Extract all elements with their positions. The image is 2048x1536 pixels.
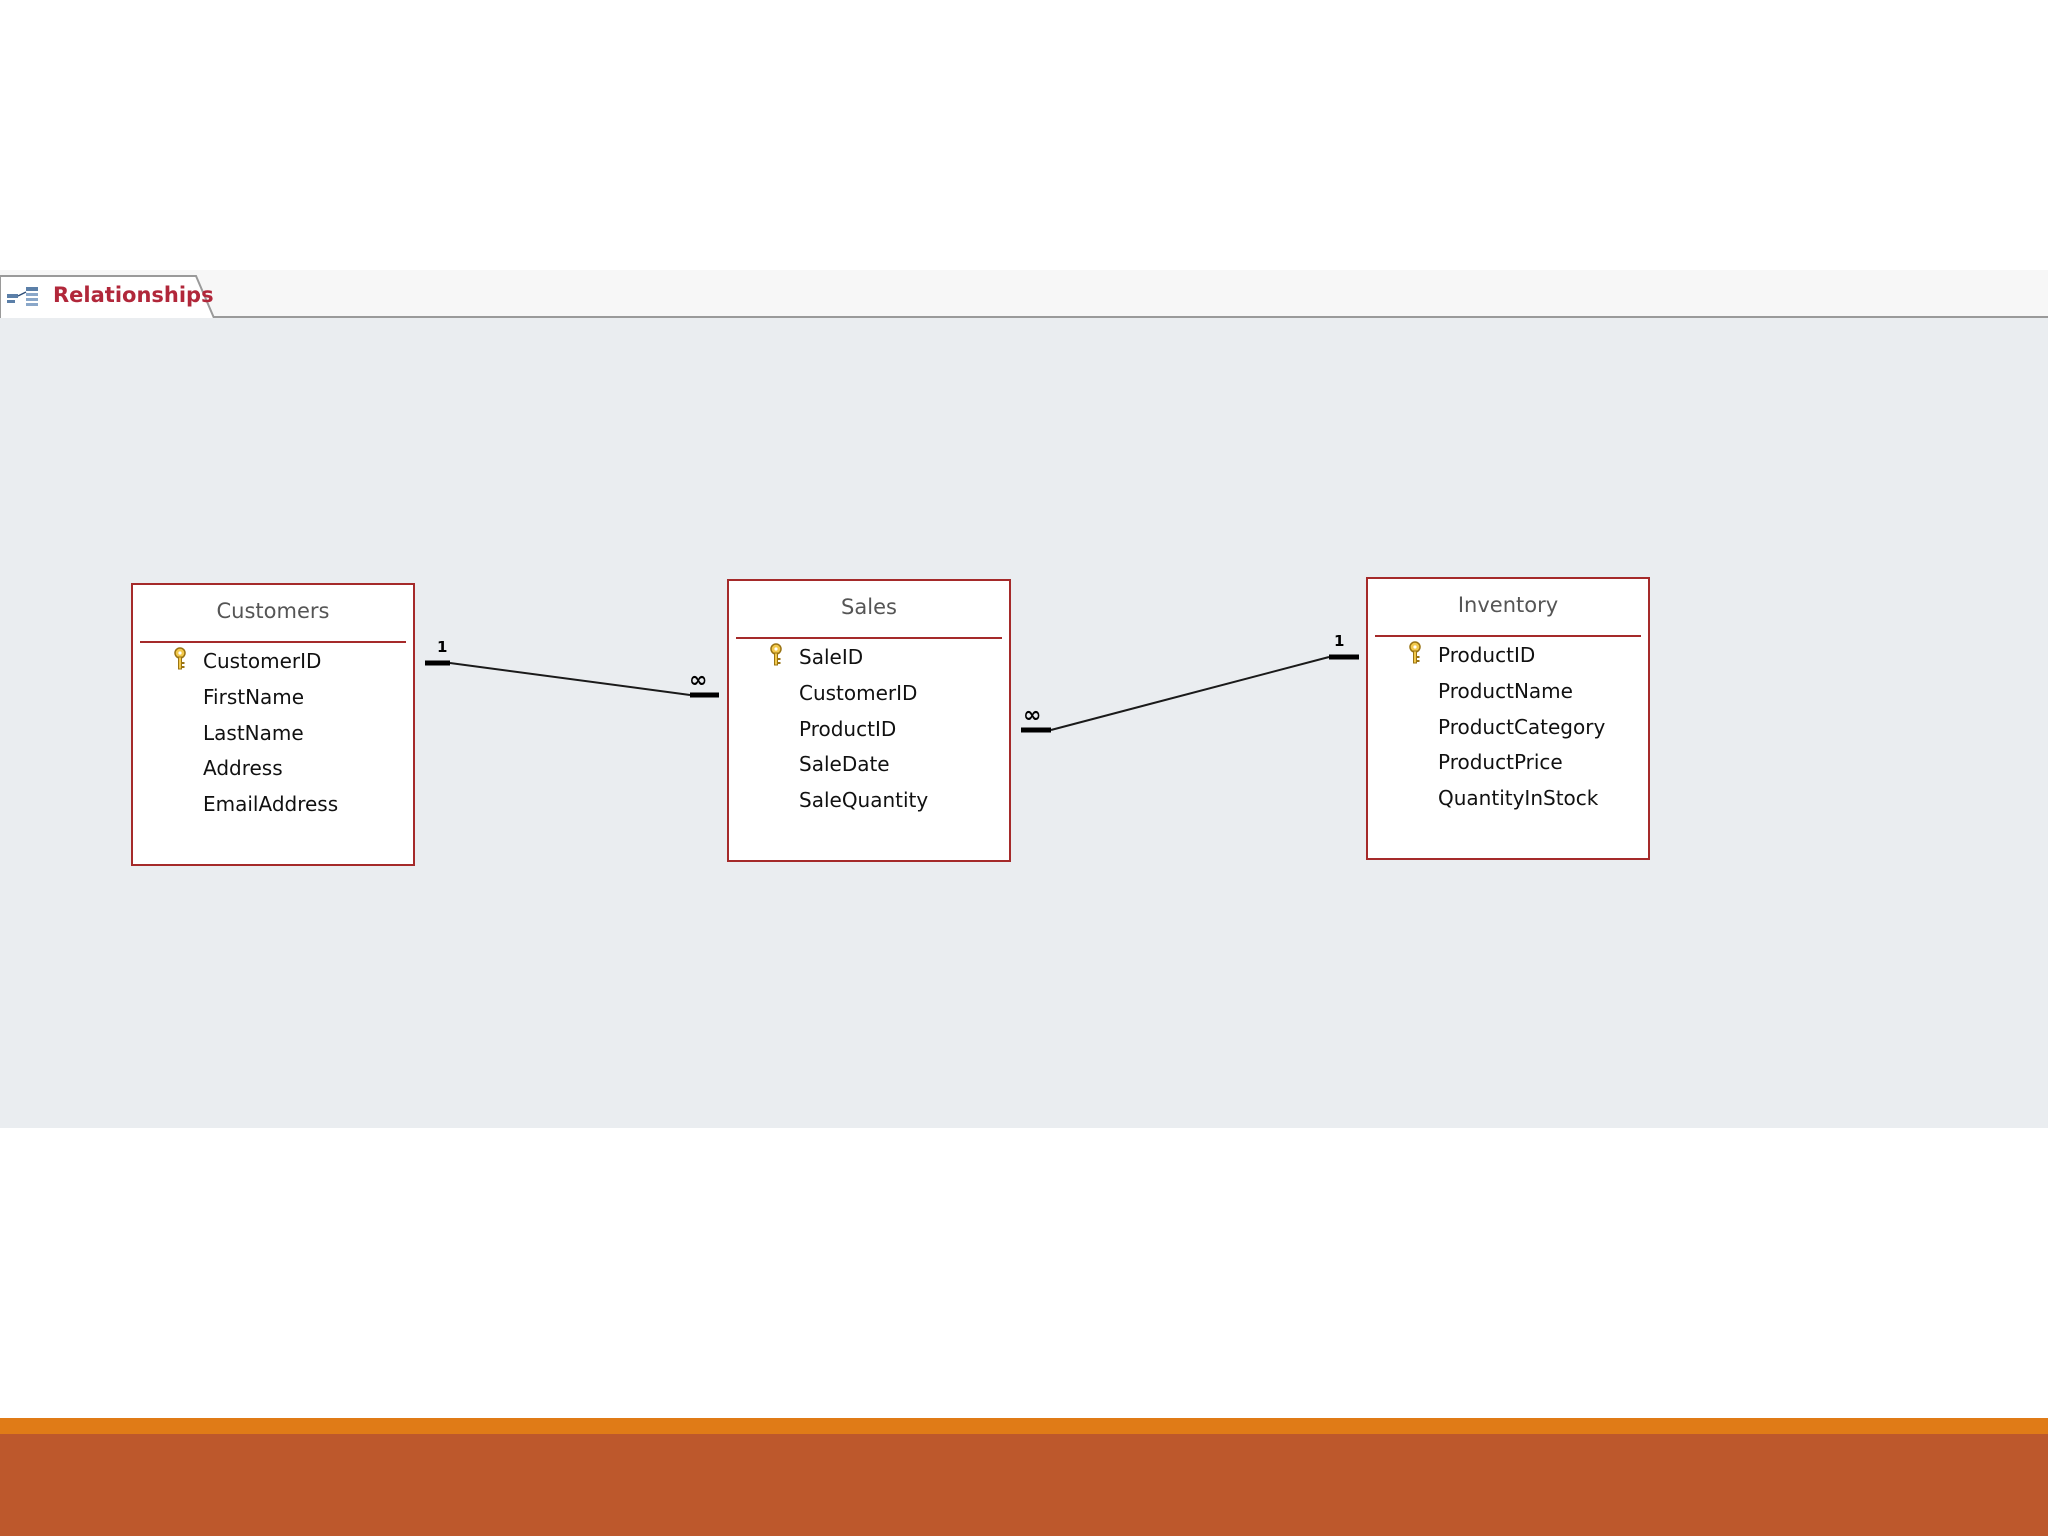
relationships-canvas[interactable]: 1 ∞ ∞ 1 Customers CustomerID FirstName L…: [0, 318, 2048, 1128]
table-title: Sales: [841, 595, 897, 619]
field-productname[interactable]: ProductName: [1438, 679, 1573, 703]
table-title: Customers: [216, 599, 330, 623]
field-address[interactable]: Address: [203, 756, 283, 780]
document-tab-strip: Relationships: [0, 270, 2048, 318]
field-customerid[interactable]: CustomerID: [203, 649, 321, 673]
sales-inventory-relationship-line[interactable]: [1050, 656, 1330, 731]
customers-sales-relationship-line[interactable]: [449, 662, 691, 696]
primary-key-icon: [770, 643, 782, 666]
footer-bar: [0, 1434, 2048, 1536]
field-productprice[interactable]: ProductPrice: [1438, 750, 1563, 774]
field-firstname[interactable]: FirstName: [203, 685, 304, 709]
relationships-icon: [7, 287, 38, 306]
sales-customer-cardinality-label: ∞: [689, 668, 707, 693]
field-saledate[interactable]: SaleDate: [799, 752, 890, 776]
field-quantityinstock[interactable]: QuantityInStock: [1438, 786, 1598, 810]
slide: Relationships 1 ∞ ∞ 1 Customers Customer…: [0, 0, 2048, 1536]
table-title: Inventory: [1457, 593, 1559, 617]
field-lastname[interactable]: LastName: [203, 721, 304, 745]
customers-cardinality-label: 1: [437, 638, 448, 656]
field-productid[interactable]: ProductID: [799, 717, 896, 741]
tab-label: Relationships: [53, 283, 214, 307]
field-productid[interactable]: ProductID: [1438, 643, 1535, 667]
primary-key-icon: [174, 647, 186, 670]
table-customers[interactable]: Customers CustomerID FirstName LastName …: [131, 583, 415, 866]
sales-product-cardinality-label: ∞: [1023, 703, 1041, 728]
table-sales[interactable]: Sales SaleID CustomerID ProductID SaleDa…: [727, 579, 1011, 862]
relationships-tab[interactable]: Relationships: [0, 274, 216, 318]
footer-accent-bar: [0, 1418, 2048, 1434]
field-saleid[interactable]: SaleID: [799, 645, 863, 669]
inventory-cardinality-label: 1: [1334, 632, 1345, 650]
field-productcategory[interactable]: ProductCategory: [1438, 715, 1605, 739]
table-divider: [140, 641, 406, 643]
table-divider: [1375, 635, 1641, 637]
primary-key-icon: [1409, 641, 1421, 664]
table-inventory[interactable]: Inventory ProductID ProductName ProductC…: [1366, 577, 1650, 860]
field-customerid[interactable]: CustomerID: [799, 681, 917, 705]
table-divider: [736, 637, 1002, 639]
field-salequantity[interactable]: SaleQuantity: [799, 788, 928, 812]
field-emailaddress[interactable]: EmailAddress: [203, 792, 338, 816]
